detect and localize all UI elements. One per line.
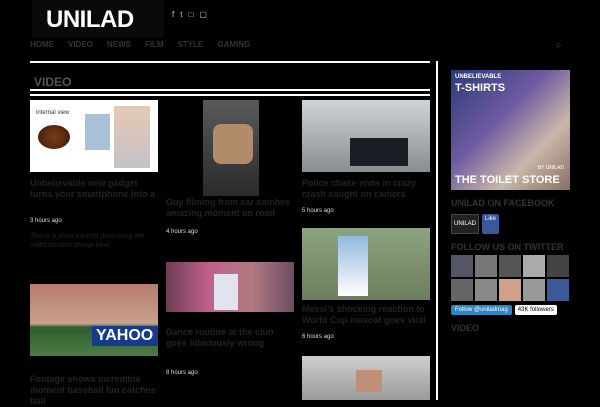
sidebar-video-title: VIDEO [451, 323, 480, 333]
avatar[interactable] [499, 279, 521, 301]
nav-film[interactable]: FILM [145, 40, 164, 54]
thumb-shape [213, 124, 253, 164]
meta-a6: 8 hours ago [166, 370, 198, 376]
headline-a5[interactable]: Footage shows incredible moment baseball… [30, 374, 158, 407]
section-label: VIDEO [34, 75, 72, 89]
facebook-like-row: UNILAD Like [451, 214, 570, 234]
nav-style[interactable]: STYLE [178, 40, 204, 54]
avatar[interactable] [523, 279, 545, 301]
follower-count: 43K followers [514, 305, 557, 315]
section-divider-2 [30, 94, 430, 96]
avatar[interactable] [547, 255, 569, 277]
thumb-a1[interactable]: internal view [30, 100, 158, 172]
yahoo-logo: YAHOO [92, 326, 158, 346]
pig [356, 370, 382, 392]
headline-a3[interactable]: Police chase ends in crazy crash caught … [302, 178, 430, 200]
gadget [85, 114, 110, 150]
twitter-icon[interactable]: t [180, 10, 182, 19]
ad-store: THE TOILET STORE [455, 174, 560, 186]
youtube-icon[interactable]: ▢ [199, 10, 207, 19]
follow-label: Follow @uniladmag [455, 307, 508, 313]
avatar[interactable] [523, 255, 545, 277]
ad-by: BY UNILAD [537, 165, 564, 171]
section-divider [30, 89, 430, 91]
player [338, 236, 368, 296]
follower-faces [451, 255, 570, 301]
ad-kicker: UNBELIEVABLE [455, 74, 502, 80]
thumb-a7[interactable] [302, 356, 430, 400]
presenter [114, 106, 150, 168]
thumb-a4[interactable] [302, 228, 430, 300]
thumb-a3[interactable] [302, 100, 430, 172]
ad-title: T-SHIRTS [455, 82, 506, 94]
meta-a4: 6 hours ago [302, 334, 334, 340]
avatar[interactable] [499, 255, 521, 277]
car [350, 138, 408, 166]
headline-a1[interactable]: Unbelievable new gadget turns your smart… [30, 178, 158, 200]
instagram-icon[interactable]: □ [188, 10, 193, 19]
thumb-label: internal view [36, 110, 70, 116]
avatar[interactable] [475, 255, 497, 277]
nav-gaming[interactable]: GAMING [217, 40, 250, 54]
meta-a3: 5 hours ago [302, 208, 334, 214]
avatar[interactable] [451, 255, 473, 277]
headline-a4[interactable]: Messi’s shocking reaction to World Cup m… [302, 304, 430, 326]
follower-count-label: 43K followers [517, 307, 554, 313]
follow-button[interactable]: Follow @uniladmag [451, 305, 512, 315]
main-nav: HOME VIDEO NEWS FILM STYLE GAMING [30, 40, 250, 54]
dancer [214, 274, 238, 310]
facebook-icon[interactable]: f [172, 10, 174, 19]
snippet-a1: This is a short excerpt describing the v… [30, 233, 144, 249]
headline-a6[interactable]: Dance routine at the club goes hilarious… [166, 327, 294, 349]
thumb-a2[interactable] [203, 100, 259, 196]
meta-a1: 3 hours ago [30, 218, 62, 224]
avatar[interactable] [475, 279, 497, 301]
thumb-shape [38, 125, 70, 149]
nav-home[interactable]: HOME [30, 40, 54, 54]
social-icons: f t □ ▢ [172, 10, 207, 19]
site-logo[interactable]: UNILAD [32, 0, 164, 38]
twitter-follow-row: Follow @uniladmag 43K followers [451, 305, 570, 315]
nav-video[interactable]: VIDEO [68, 40, 93, 54]
facebook-widget-title: UNILAD ON FACEBOOK [451, 198, 555, 208]
column-divider [436, 61, 438, 400]
thumb-a5[interactable]: YAHOO [30, 284, 158, 356]
like-label: Like [485, 216, 497, 222]
headline-a2[interactable]: Guy filming from car catches amazing mom… [166, 197, 294, 219]
nav-news[interactable]: NEWS [107, 40, 131, 54]
like-button[interactable]: Like [482, 214, 500, 234]
avatar[interactable] [451, 279, 473, 301]
avatar[interactable] [547, 279, 569, 301]
meta-a2: 4 hours ago [166, 229, 198, 235]
sidebar-ad[interactable]: UNBELIEVABLE T-SHIRTS BY UNILAD THE TOIL… [451, 70, 570, 190]
thumb-a6[interactable] [166, 262, 294, 312]
search-icon[interactable]: ⌕ [556, 40, 562, 51]
twitter-widget-title: FOLLOW US ON TWITTER [451, 242, 564, 252]
unilad-fb-logo: UNILAD [451, 214, 479, 234]
sidebar-widgets: UNILAD ON FACEBOOK UNILAD Like FOLLOW US… [451, 198, 570, 333]
top-divider [30, 61, 430, 63]
top-bar: UNILAD f t □ ▢ HOME VIDEO NEWS FILM STYL… [0, 0, 600, 61]
